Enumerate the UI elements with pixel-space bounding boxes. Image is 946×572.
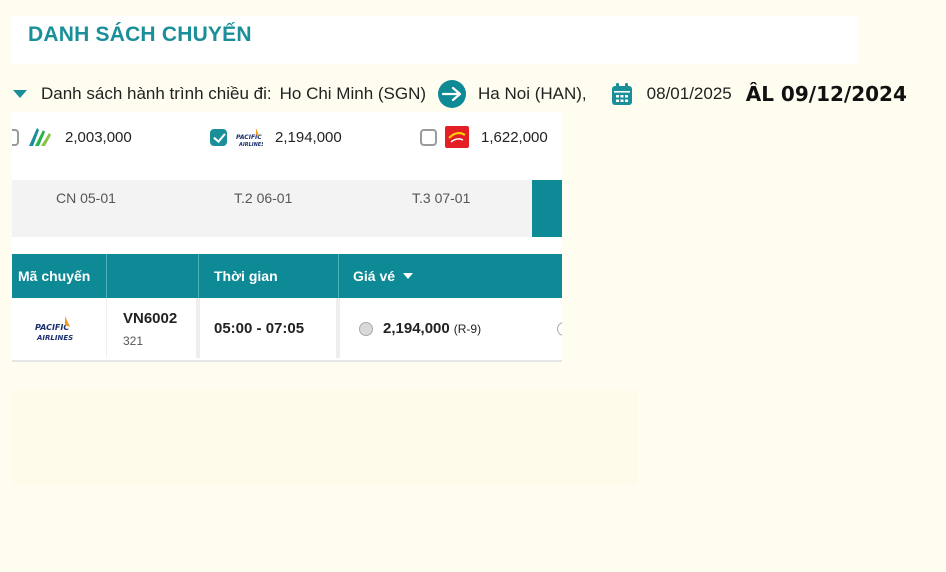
calendar-icon[interactable]: [611, 82, 633, 106]
column-header-price-label: Giá vé: [353, 268, 396, 284]
destination: Ha Noi (HAN),: [478, 84, 587, 103]
route-row: Danh sách hành trình chiều đi: Ho Chi Mi…: [12, 78, 946, 110]
airline-price: 1,622,000: [481, 128, 548, 146]
svg-text:PACIFIC: PACIFIC: [35, 323, 69, 332]
arrow-right-icon: [438, 80, 467, 108]
title-bar: DANH SÁCH CHUYẾN: [12, 16, 857, 64]
origin: Ho Chi Minh (SGN): [279, 84, 427, 103]
airline-checkbox[interactable]: [12, 128, 19, 146]
airline-filter-row: 2,003,000 PACIFIC AIRLINES 2,194,000 1,6…: [12, 112, 562, 170]
date-tab[interactable]: T.2 06-01: [234, 190, 292, 206]
airline-option-pacific[interactable]: PACIFIC AIRLINES 2,194,000: [210, 126, 342, 148]
page-title: DANH SÁCH CHUYẾN: [28, 23, 252, 46]
cell-divider: [336, 298, 340, 358]
svg-text:AIRLINES: AIRLINES: [238, 142, 263, 148]
collapse-caret-icon[interactable]: [13, 90, 27, 98]
airline-price: 2,003,000: [65, 128, 132, 146]
flight-code: VN6002: [123, 310, 178, 327]
date-selector: CN 05-01 T.2 06-01 T.3 07-01: [12, 180, 562, 237]
fare-price-value: 2,194,000: [383, 320, 450, 337]
fare-class: (R-9): [453, 322, 482, 336]
fare-radio[interactable]: [557, 322, 562, 336]
departure-date[interactable]: 08/01/2025: [647, 84, 732, 104]
date-tab-active[interactable]: [532, 180, 562, 237]
sort-caret-down-icon[interactable]: [403, 273, 414, 279]
flight-time: 05:00 - 07:05: [214, 320, 305, 337]
table-row[interactable]: PACIFIC AIRLINES VN6002 321 05:00 - 07:0…: [12, 298, 562, 362]
bamboo-airways-logo-icon: [27, 126, 53, 148]
airline-price: 2,194,000: [275, 128, 342, 146]
column-divider: [106, 254, 107, 298]
pacific-airlines-logo-icon: PACIFIC AIRLINES: [235, 126, 263, 148]
airline-checkbox[interactable]: [420, 128, 437, 146]
date-tab[interactable]: CN 05-01: [56, 190, 116, 206]
svg-text:AIRLINES: AIRLINES: [36, 334, 73, 342]
airline-option-bamboo[interactable]: 2,003,000: [12, 126, 132, 148]
airline-option-vietjet[interactable]: 1,622,000: [420, 126, 548, 148]
cell-divider: [106, 298, 107, 358]
background-panel: [12, 390, 638, 485]
column-header-price[interactable]: Giá vé: [347, 254, 467, 298]
aircraft-type: 321: [123, 334, 144, 348]
column-header-time: Thời gian: [214, 268, 278, 284]
fare-price: 2,194,000 (R-9): [383, 320, 481, 337]
cell-divider: [196, 298, 200, 358]
column-header-code: Mã chuyến: [18, 268, 91, 284]
column-divider: [198, 254, 199, 298]
pacific-airlines-logo-icon: PACIFIC AIRLINES: [34, 314, 74, 349]
date-tab[interactable]: T.3 07-01: [412, 190, 470, 206]
airline-checkbox[interactable]: [210, 128, 227, 146]
vietjet-air-logo-icon: [445, 126, 469, 148]
lunar-date: ÂL 09/12/2024: [745, 82, 907, 106]
fare-radio[interactable]: [359, 322, 373, 336]
route-label: Danh sách hành trình chiều đi:: [41, 84, 272, 103]
table-header: Mã chuyến Thời gian Giá vé: [12, 254, 562, 298]
column-divider: [338, 254, 339, 298]
flight-panel: 2,003,000 PACIFIC AIRLINES 2,194,000 1,6…: [12, 112, 562, 362]
